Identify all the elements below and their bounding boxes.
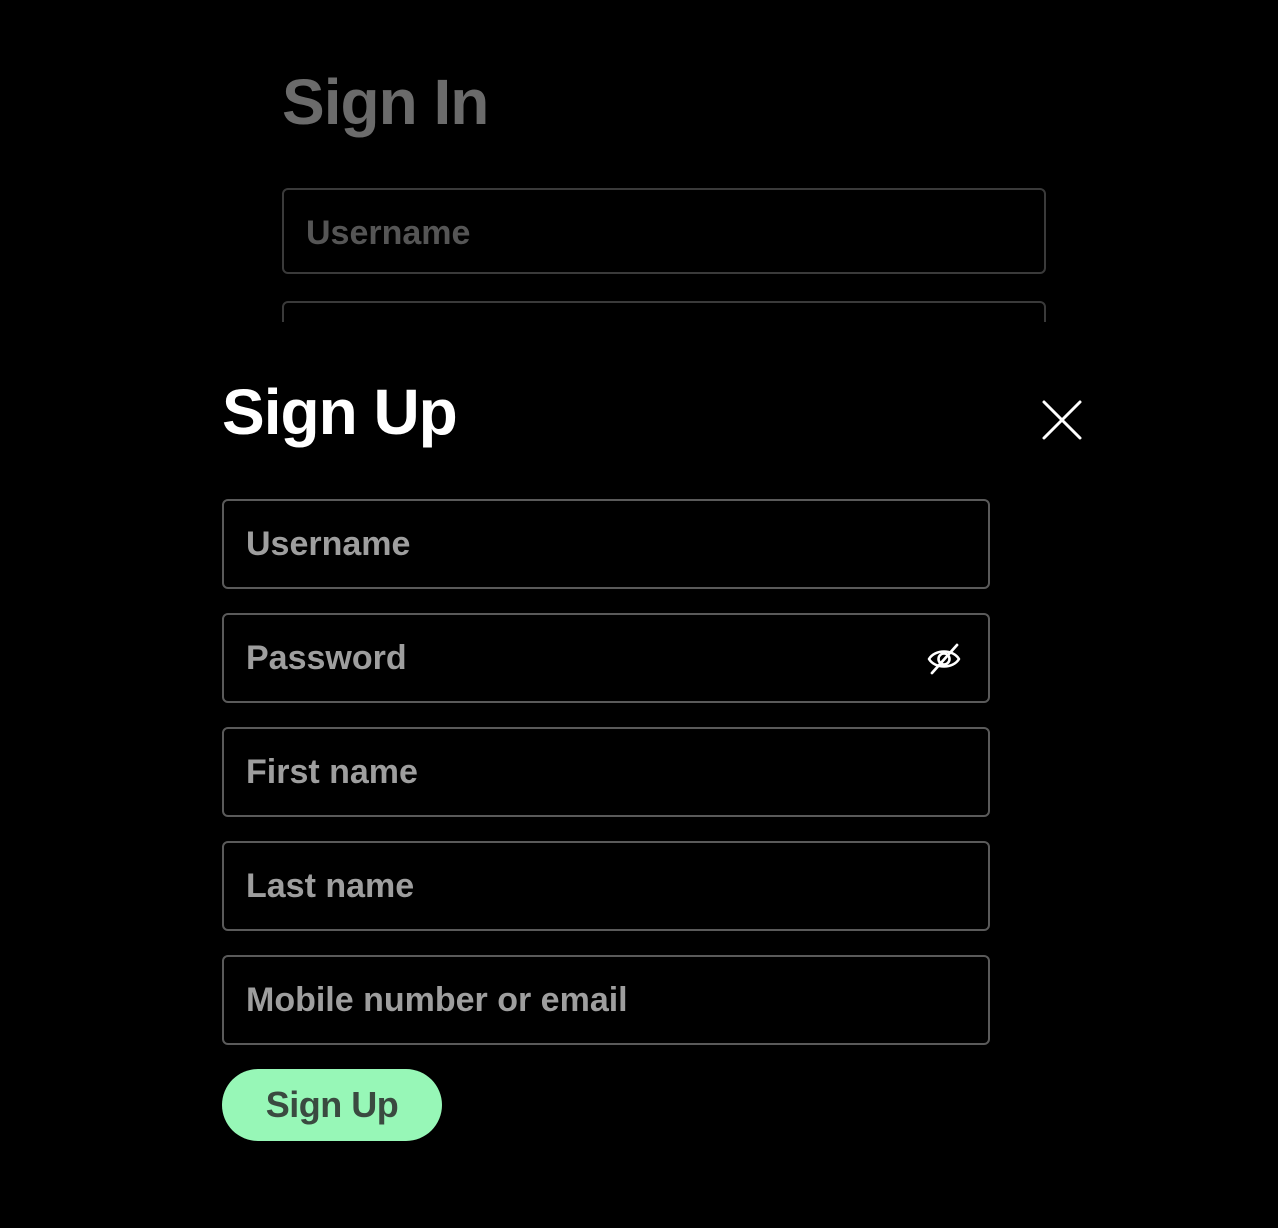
username-input[interactable]: Username <box>222 499 990 589</box>
signin-password-input[interactable] <box>282 301 1046 322</box>
signin-username-input[interactable]: Username <box>282 188 1046 274</box>
last-name-input[interactable]: Last name <box>222 841 990 931</box>
username-placeholder: Username <box>246 525 411 563</box>
contact-placeholder: Mobile number or email <box>246 981 628 1019</box>
signin-username-placeholder: Username <box>306 214 471 252</box>
signin-page: Sign In Username <box>282 0 1050 322</box>
first-name-placeholder: First name <box>246 753 418 791</box>
signin-title: Sign In <box>282 66 489 138</box>
last-name-placeholder: Last name <box>246 867 415 905</box>
password-input[interactable]: Password <box>222 613 990 703</box>
signup-title: Sign Up <box>222 376 458 448</box>
close-icon[interactable] <box>1040 398 1084 442</box>
first-name-input[interactable]: First name <box>222 727 990 817</box>
password-placeholder: Password <box>246 639 407 677</box>
signup-modal: Sign Up Username Password First name Las… <box>0 322 1278 1228</box>
contact-input[interactable]: Mobile number or email <box>222 955 990 1045</box>
eye-off-icon[interactable] <box>926 641 962 677</box>
signup-button[interactable]: Sign Up <box>222 1069 442 1141</box>
